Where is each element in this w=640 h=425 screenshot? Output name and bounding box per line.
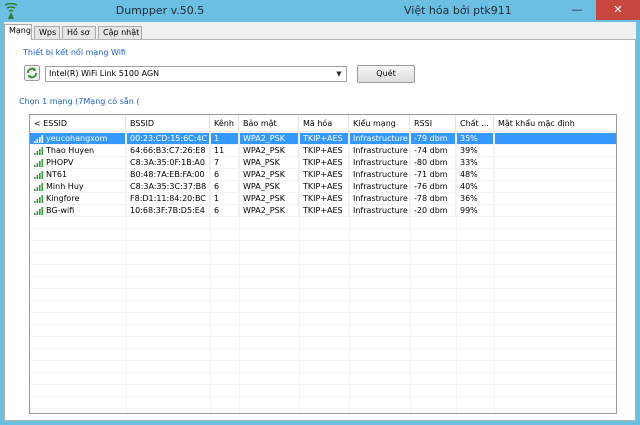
row-divider (30, 300, 616, 301)
row-divider (30, 360, 616, 361)
column-header-channel[interactable]: Kênh (210, 115, 239, 132)
row-divider (30, 156, 616, 157)
row-divider (30, 180, 616, 181)
column-header-quality[interactable]: Chất ... (456, 115, 494, 132)
network-list[interactable]: < ESSID BSSID Kênh Bảo mật Mã hóa Kiểu m… (29, 114, 617, 414)
row-divider (30, 324, 616, 325)
grid-divider (126, 132, 127, 413)
tab-ho-so[interactable]: Hồ sơ (62, 26, 96, 40)
tab-wps[interactable]: Wps (34, 26, 60, 40)
row-divider (30, 396, 616, 397)
row-divider (30, 372, 616, 373)
networks-section-label: Chọn 1 mạng (7Mạng có sẵn ( (19, 97, 140, 106)
row-divider (30, 384, 616, 385)
row-divider (30, 204, 616, 205)
adapter-selected-value: Intel(R) WiFi Link 5100 AGN (49, 69, 160, 78)
row-divider (30, 264, 616, 265)
row-divider (30, 192, 616, 193)
app-window: Dumpper v.50.5 Việt hóa bởi ptk911 — ✕ M… (0, 0, 640, 425)
column-header-default-password[interactable]: Mật khẩu mặc định (494, 115, 616, 132)
row-divider (30, 408, 616, 409)
row-divider (30, 144, 616, 145)
adapter-section-label: Thiết bị kết nối mạng Wifi (23, 48, 126, 57)
row-divider (30, 336, 616, 337)
grid-divider (410, 132, 411, 413)
window-title: Dumpper v.50.5 (115, 4, 205, 17)
network-list-header: < ESSID BSSID Kênh Bảo mật Mã hóa Kiểu m… (30, 115, 616, 132)
column-header-type[interactable]: Kiểu mạng (349, 115, 410, 132)
scan-button[interactable]: Quét (357, 65, 415, 83)
column-header-rssi[interactable]: RSSI (410, 115, 456, 132)
client-area: Mạng Wps Hồ sơ Cập nhật Thiết bị kết nối… (4, 22, 636, 421)
column-header-bssid[interactable]: BSSID (126, 115, 210, 132)
column-header-encryption[interactable]: Mã hóa (299, 115, 349, 132)
grid-divider (456, 132, 457, 413)
title-bar[interactable]: Dumpper v.50.5 Việt hóa bởi ptk911 — ✕ (0, 0, 640, 22)
grid-divider (349, 132, 350, 413)
refresh-icon[interactable] (24, 65, 40, 81)
row-divider (30, 240, 616, 241)
row-divider (30, 252, 616, 253)
tab-mang[interactable]: Mạng (4, 24, 32, 40)
grid-divider (494, 132, 495, 413)
row-divider (30, 288, 616, 289)
minimize-button[interactable]: — (564, 0, 590, 20)
row-divider (30, 312, 616, 313)
close-button[interactable]: ✕ (596, 0, 640, 20)
chevron-down-icon: ▼ (336, 70, 342, 78)
tab-cap-nhat[interactable]: Cập nhật (98, 26, 142, 40)
row-divider (30, 276, 616, 277)
column-header-security[interactable]: Bảo mật (239, 115, 299, 132)
row-divider (30, 216, 616, 217)
adapter-dropdown[interactable]: Intel(R) WiFi Link 5100 AGN ▼ (45, 66, 347, 82)
grid-divider (210, 132, 211, 413)
column-header-essid[interactable]: < ESSID (30, 115, 126, 132)
row-divider (30, 228, 616, 229)
grid-divider (299, 132, 300, 413)
grid-divider (239, 132, 240, 413)
tab-panel: Thiết bị kết nối mạng Wifi Intel(R) WiFi… (4, 39, 636, 421)
row-divider (30, 168, 616, 169)
row-divider (30, 348, 616, 349)
window-credit: Việt hóa bởi ptk911 (404, 4, 512, 17)
